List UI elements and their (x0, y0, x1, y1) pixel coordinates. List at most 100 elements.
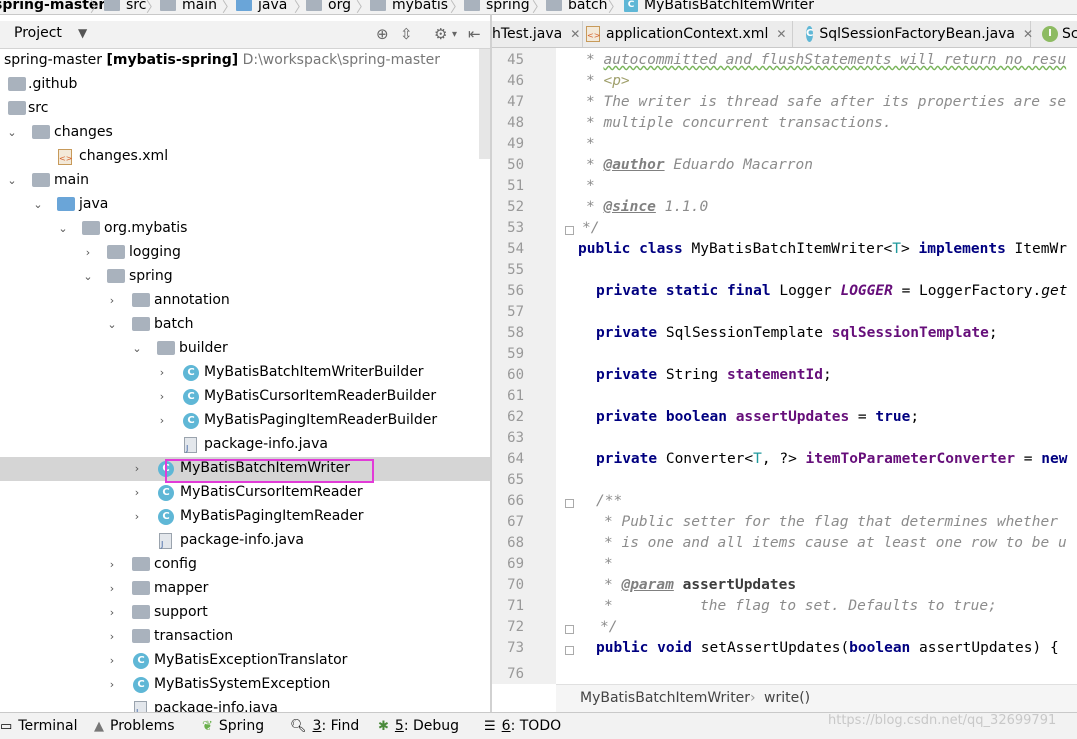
chevron-right-icon[interactable]: › (106, 654, 118, 667)
chevron-down-icon[interactable]: ⌄ (57, 222, 69, 235)
fold-marker-icon[interactable] (565, 226, 574, 235)
class-icon: C (806, 26, 814, 42)
tree-item-changes-xml[interactable]: <> changes.xml (0, 145, 490, 169)
debug-button[interactable]: ✱ 5: Debug (378, 718, 459, 734)
fold-marker-icon[interactable] (565, 646, 574, 655)
tab-sqlsessionfactorybean-java[interactable]: C SqlSessionFactoryBean.java ✕ (798, 21, 1033, 47)
tree-item-mapper[interactable]: › mapper (0, 577, 490, 601)
chevron-right-icon[interactable]: › (106, 678, 118, 691)
fold-marker-icon[interactable] (565, 625, 574, 634)
chevron-down-icon[interactable]: ⌄ (32, 198, 44, 211)
folder-icon (8, 101, 26, 115)
breadcrumb-item-java[interactable]: java (236, 0, 287, 14)
code-line: private SqlSessionTemplate sqlSessionTem… (596, 325, 998, 341)
tree-item-main[interactable]: ⌄ main (0, 169, 490, 193)
chevron-right-icon[interactable]: › (106, 630, 118, 643)
chevron-down-icon[interactable]: ⌄ (106, 318, 118, 331)
code-line: * autocommitted and flushStatements will… (586, 52, 1067, 68)
breadcrumb-item-batch[interactable]: batch (546, 0, 608, 14)
gear-icon[interactable]: ⚙ (434, 25, 447, 43)
tree-item-github[interactable]: .github (0, 73, 490, 97)
class-icon: C (133, 653, 149, 669)
locate-icon[interactable]: ⊕ (376, 25, 389, 43)
tree-item-java[interactable]: ⌄ java (0, 193, 490, 217)
code-line: * the flag to set. Defaults to true; (604, 598, 997, 614)
tree-item-transaction[interactable]: › transaction (0, 625, 490, 649)
tree-item-class[interactable]: › C MyBatisPagingItemReaderBuilder (0, 409, 490, 433)
tree-item-class[interactable]: › C MyBatisExceptionTranslator (0, 649, 490, 673)
tree-item-changes[interactable]: ⌄ changes (0, 121, 490, 145)
code-line: * (604, 556, 613, 572)
chevron-down-icon[interactable]: ⌄ (131, 342, 143, 355)
tree-item-class[interactable]: › C MyBatisCursorItemReaderBuilder (0, 385, 490, 409)
chevron-right-icon[interactable]: › (106, 606, 118, 619)
package-icon (107, 269, 125, 283)
tree-item-module[interactable]: spring-master [mybatis-spring] D:\worksp… (0, 49, 490, 73)
chevron-right-icon[interactable]: › (156, 390, 168, 403)
breadcrumb-item-org[interactable]: org (306, 0, 351, 14)
tab-partial[interactable]: I Sc (1036, 21, 1077, 47)
editor-breadcrumb-class[interactable]: MyBatisBatchItemWriter (580, 690, 750, 706)
breadcrumb-item-class[interactable]: C MyBatisBatchItemWriter (624, 0, 814, 14)
selection-highlight-box (165, 459, 374, 483)
tree-item-file[interactable]: J package-info.java (0, 529, 490, 553)
tree-item-src[interactable]: src (0, 97, 490, 121)
code-line: * @param assertUpdates (604, 577, 797, 593)
tree-item-org-mybatis[interactable]: ⌄ org.mybatis (0, 217, 490, 241)
close-icon[interactable]: ✕ (570, 27, 580, 41)
close-icon[interactable]: ✕ (776, 27, 786, 41)
chevron-down-icon[interactable]: ⌄ (6, 126, 18, 139)
breadcrumb-item-spring[interactable]: spring (464, 0, 530, 14)
tree-item-builder[interactable]: ⌄ builder (0, 337, 490, 361)
terminal-button[interactable]: ▭ Terminal (0, 718, 77, 734)
code-editor[interactable]: * autocommitted and flushStatements will… (556, 48, 1077, 684)
chevron-right-icon[interactable]: › (82, 246, 94, 259)
tree-item-class[interactable]: › C MyBatisSystemException (0, 673, 490, 697)
chevron-right-icon[interactable]: › (131, 510, 143, 523)
folder-icon (104, 0, 120, 11)
breadcrumb-item-src[interactable]: src (104, 0, 146, 14)
tab-test-java[interactable]: hTest.java ✕ (492, 21, 583, 47)
line-numbers: 45 46 47 48 49 50 51 52 53 54 55 56 57 5… (507, 52, 524, 682)
chevron-down-icon[interactable]: ⌄ (6, 174, 18, 187)
spring-leaf-icon: ❦ (202, 718, 213, 734)
problems-button[interactable]: ▲ Problems (94, 718, 175, 734)
tree-item-logging[interactable]: › logging (0, 241, 490, 265)
chevron-right-icon[interactable]: › (131, 462, 143, 475)
tree-item-support[interactable]: › support (0, 601, 490, 625)
code-line: * The writer is thread safe after its pr… (586, 94, 1067, 110)
chevron-right-icon[interactable]: › (131, 486, 143, 499)
fold-marker-icon[interactable] (565, 499, 574, 508)
breadcrumb-item-main[interactable]: main (160, 0, 217, 14)
breadcrumb-item-mybatis[interactable]: mybatis (370, 0, 448, 14)
find-button[interactable]: 🔍︎ 3: Find (290, 718, 359, 734)
tab-application-context-xml[interactable]: <> applicationContext.xml ✕ (586, 21, 793, 47)
tree-item-file[interactable]: J package-info.java (0, 697, 490, 712)
package-icon (82, 221, 100, 235)
chevron-right-icon[interactable]: › (106, 294, 118, 307)
chevron-right-icon[interactable]: › (156, 366, 168, 379)
tree-item-class[interactable]: › C MyBatisPagingItemReader (0, 505, 490, 529)
close-icon[interactable]: ✕ (1023, 27, 1033, 41)
todo-button[interactable]: ☰ 6: TODO (484, 718, 561, 734)
tree-item-batch[interactable]: ⌄ batch (0, 313, 490, 337)
collapse-all-icon[interactable]: ⇳ (400, 25, 413, 43)
tree-item-file[interactable]: J package-info.java (0, 433, 490, 457)
tree-item-annotation[interactable]: › annotation (0, 289, 490, 313)
interface-icon: I (1042, 26, 1058, 42)
chevron-right-icon[interactable]: › (106, 558, 118, 571)
project-view-selector[interactable]: Project (14, 25, 62, 41)
chevron-right-icon[interactable]: › (106, 582, 118, 595)
tree-item-spring[interactable]: ⌄ spring (0, 265, 490, 289)
tree-item-class[interactable]: › C MyBatisBatchItemWriterBuilder (0, 361, 490, 385)
editor-tabs: hTest.java ✕ <> applicationContext.xml ✕ C… (492, 21, 1077, 48)
chevron-down-icon[interactable]: ▼ (78, 26, 87, 40)
chevron-down-icon[interactable]: ▾ (452, 29, 457, 40)
spring-button[interactable]: ❦ Spring (202, 718, 264, 734)
tree-item-class[interactable]: › C MyBatisCursorItemReader (0, 481, 490, 505)
hide-panel-icon[interactable]: ⇤ (468, 25, 481, 43)
chevron-down-icon[interactable]: ⌄ (82, 270, 94, 283)
chevron-right-icon[interactable]: › (156, 414, 168, 427)
tree-item-config[interactable]: › config (0, 553, 490, 577)
editor-breadcrumb-method[interactable]: write() (764, 690, 810, 706)
